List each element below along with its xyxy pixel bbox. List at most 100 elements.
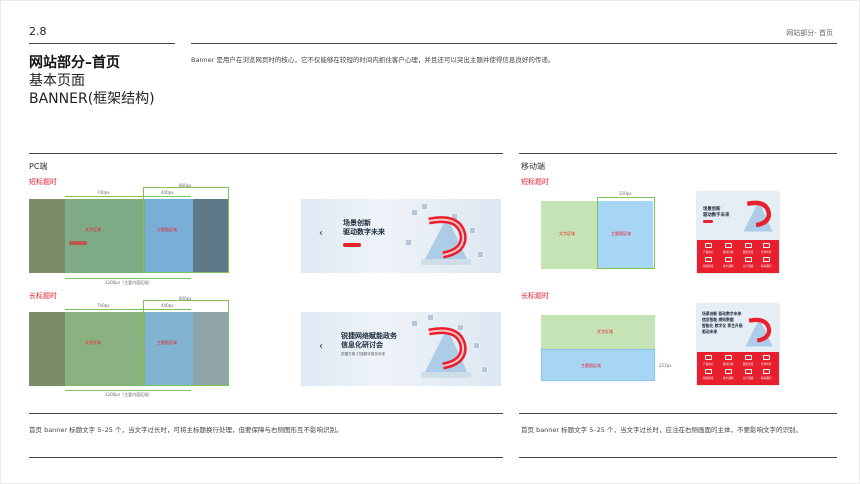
pc-short-text-zone-label: 文字区域 bbox=[85, 227, 101, 232]
solution-icon[interactable] bbox=[725, 355, 732, 360]
cube-deco bbox=[411, 320, 418, 327]
case-icon[interactable] bbox=[725, 257, 732, 262]
pc-long-dim-800-label: 800px bbox=[179, 296, 192, 301]
contact-icon[interactable] bbox=[763, 257, 770, 262]
mobile-icon-label: 关于锐捷 bbox=[743, 377, 754, 380]
mobile-long-dim-222-label: 222px bbox=[659, 363, 672, 368]
support-icon[interactable] bbox=[745, 243, 752, 248]
pc-long-dim-1200 bbox=[65, 390, 191, 391]
mobile-icon-label: 联系我们 bbox=[761, 377, 772, 380]
mobile-short-card-button[interactable] bbox=[703, 220, 713, 223]
support-icon[interactable] bbox=[745, 355, 752, 360]
pc-short-btn-ghost bbox=[69, 241, 87, 245]
mobile-short-label: 短标题时 bbox=[521, 178, 549, 186]
pc-short-label: 短标题时 bbox=[29, 178, 57, 186]
chevron-left-icon[interactable]: ‹ bbox=[319, 229, 323, 239]
pc-long-dim-740 bbox=[65, 309, 143, 310]
pc-short-dim-440-label: 440px bbox=[161, 190, 174, 195]
pc-short-dim-1200-label: 1200px（主要内容区域） bbox=[105, 280, 153, 285]
about-icon[interactable] bbox=[745, 257, 752, 262]
mobile-long-card[interactable]: 场景创新 驱动数字未来 信息智能 感知数据 智能化 数字化 孪生升级 驱动未来 … bbox=[697, 304, 779, 385]
pc-short-banner[interactable]: 场景创新 驱动数字未来 ‹ bbox=[301, 199, 501, 273]
pc-short-dim-1200 bbox=[65, 278, 191, 279]
pc-long-dim-740-label: 740px bbox=[97, 303, 110, 308]
pc-short-left-margin bbox=[29, 199, 65, 273]
mobile-icon-label: 合作伙伴 bbox=[761, 363, 772, 366]
mobile-long-card-title-4: 驱动未来 bbox=[702, 329, 718, 334]
mobile-section-rule bbox=[519, 153, 837, 154]
cube-deco bbox=[473, 342, 480, 349]
mobile-note-rule-top bbox=[519, 413, 837, 414]
mobile-icon-label: 产品中心 bbox=[703, 251, 714, 254]
pc-long-banner-title-1: 锐捷网络赋能政务 bbox=[341, 332, 397, 340]
pc-note-rule-bottom bbox=[29, 457, 503, 458]
mobile-short-card-title-2: 驱动数字未来 bbox=[703, 213, 730, 218]
solution-icon[interactable] bbox=[725, 243, 732, 248]
header-rule-right bbox=[191, 43, 837, 44]
section-label: 网站部分- 首页 bbox=[786, 29, 833, 37]
pc-long-left-margin bbox=[29, 312, 65, 386]
pc-short-banner-button[interactable] bbox=[343, 243, 361, 247]
mobile-note: 首页 banner 标题文字 5–25 个，当文字过长时，应注在右侧画面的主体，… bbox=[521, 426, 802, 434]
pc-short-dim-740-label: 740px bbox=[97, 190, 110, 195]
chevron-left-icon[interactable]: ‹ bbox=[319, 342, 323, 352]
pc-section-rule bbox=[29, 153, 503, 154]
cube-deco bbox=[405, 239, 412, 246]
about-icon[interactable] bbox=[745, 369, 752, 374]
brand-3d-logo-icon bbox=[421, 327, 471, 378]
page-description: Banner 是用户在浏览网页时的核心，它不仅能够在较短的时间内抓住客户心理，并… bbox=[191, 56, 555, 64]
page-subtitle-2: BANNER(框架结构) bbox=[29, 91, 155, 107]
mobile-long-label: 长标题时 bbox=[521, 292, 549, 300]
mobile-short-card[interactable]: 场景创新 驱动数字未来 产品中心 解决方案 服务支持 合作伙伴 新闻资讯 客户案… bbox=[697, 192, 779, 273]
header-rule-left bbox=[29, 43, 175, 44]
pc-short-main-outline bbox=[143, 187, 229, 273]
cube-deco bbox=[477, 251, 484, 258]
mobile-icon-label: 服务支持 bbox=[743, 363, 754, 366]
mobile-section-title: 移动端 bbox=[521, 162, 545, 171]
product-icon[interactable] bbox=[705, 355, 712, 360]
mobile-icon-label: 合作伙伴 bbox=[761, 251, 772, 254]
pc-note: 首页 banner 标题文字 5–25 个，当文字过长时，可将主标题换行处理，但… bbox=[29, 426, 343, 434]
news-icon[interactable] bbox=[705, 369, 712, 374]
product-icon[interactable] bbox=[705, 243, 712, 248]
brand-3d-logo-icon bbox=[745, 317, 773, 347]
partner-icon[interactable] bbox=[763, 243, 770, 248]
news-icon[interactable] bbox=[705, 257, 712, 262]
mobile-icon-label: 新闻资讯 bbox=[703, 265, 714, 268]
pc-long-dim-440-label: 440px bbox=[161, 303, 174, 308]
mobile-short-text-zone-label: 文字区域 bbox=[559, 231, 575, 236]
design-guideline-page: 2.8 网站部分- 首页 网站部分–首页 基本页面 BANNER(框架结构) B… bbox=[0, 0, 860, 484]
mobile-short-main-outline bbox=[597, 197, 655, 269]
mobile-icon-label: 客户案例 bbox=[723, 377, 734, 380]
pc-short-dim-740 bbox=[65, 196, 143, 197]
pc-long-banner[interactable]: 锐捷网络赋能政务 信息化研讨会 锐捷方案 打造数字政务未来 ‹ bbox=[301, 312, 501, 386]
pc-long-banner-title-2: 信息化研讨会 bbox=[341, 341, 383, 349]
pc-long-main-outline bbox=[143, 300, 229, 386]
pc-short-banner-title-2: 驱动数字未来 bbox=[343, 228, 385, 236]
cube-deco bbox=[481, 366, 488, 373]
partner-icon[interactable] bbox=[763, 355, 770, 360]
mobile-short-dim-320-label: 320px bbox=[619, 191, 632, 196]
mobile-icon-label: 关于锐捷 bbox=[743, 265, 754, 268]
pc-short-dim-800-label: 800px bbox=[179, 183, 192, 188]
pc-note-rule-top bbox=[29, 413, 503, 414]
mobile-icon-label: 新闻资讯 bbox=[703, 377, 714, 380]
cube-deco bbox=[427, 314, 434, 321]
pc-long-text-zone-label: 文字区域 bbox=[85, 340, 101, 345]
contact-icon[interactable] bbox=[763, 369, 770, 374]
cube-deco bbox=[421, 203, 428, 210]
page-title: 网站部分–首页 bbox=[29, 55, 120, 71]
page-subtitle: 基本页面 bbox=[29, 73, 85, 89]
mobile-icon-label: 联系我们 bbox=[761, 265, 772, 268]
pc-short-banner-title-1: 场景创新 bbox=[343, 219, 371, 227]
pc-long-banner-sub: 锐捷方案 打造数字政务未来 bbox=[341, 352, 386, 356]
mobile-icon-label: 服务支持 bbox=[743, 251, 754, 254]
mobile-note-rule-bottom bbox=[519, 457, 837, 458]
brand-3d-logo-icon bbox=[421, 216, 471, 265]
case-icon[interactable] bbox=[725, 369, 732, 374]
mobile-long-text-zone-label: 文字区域 bbox=[597, 329, 613, 334]
brand-3d-logo-icon bbox=[743, 200, 773, 232]
mobile-long-main-outline bbox=[541, 349, 655, 381]
mobile-icon-label: 解决方案 bbox=[723, 251, 734, 254]
mobile-icon-label: 解决方案 bbox=[723, 363, 734, 366]
